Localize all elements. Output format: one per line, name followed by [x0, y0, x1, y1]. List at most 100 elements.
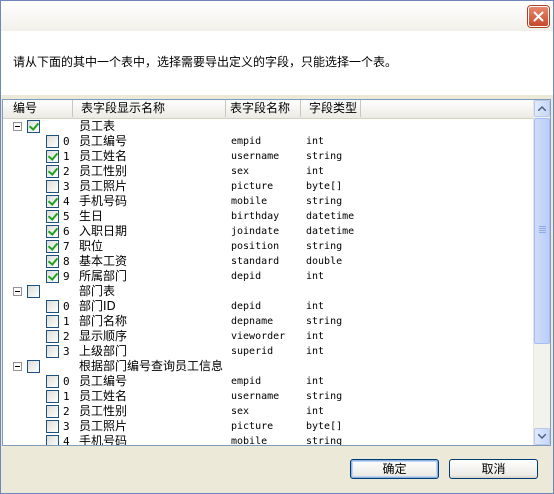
- field-name: sex: [231, 406, 250, 417]
- field-type: string: [306, 316, 343, 327]
- field-row[interactable]: 9 所属部门 depid int: [3, 269, 534, 284]
- field-row[interactable]: 0 部门ID depid int: [3, 299, 534, 314]
- scroll-down-button[interactable]: [534, 428, 550, 445]
- field-row[interactable]: 7 职位 position string: [3, 239, 534, 254]
- collapse-toggle[interactable]: [13, 287, 22, 296]
- field-name: vieworder: [231, 331, 286, 342]
- field-name: picture: [231, 181, 274, 192]
- field-checkbox[interactable]: [46, 330, 59, 343]
- field-row[interactable]: 5 生日 birthday datetime: [3, 209, 534, 224]
- field-checkbox[interactable]: [46, 405, 59, 418]
- field-type: int: [306, 331, 325, 342]
- field-checkbox[interactable]: [46, 390, 59, 403]
- field-checkbox[interactable]: [46, 270, 59, 283]
- scroll-up-button[interactable]: [534, 100, 550, 117]
- field-index: 9: [63, 270, 70, 283]
- scroll-thumb[interactable]: [534, 118, 550, 344]
- column-header-field-name[interactable]: 表字段名称: [226, 100, 301, 117]
- field-checkbox[interactable]: [46, 165, 59, 178]
- field-checkbox[interactable]: [46, 255, 59, 268]
- arrow-down-icon: [538, 434, 546, 439]
- grip-line: [539, 232, 546, 233]
- field-type: int: [306, 376, 325, 387]
- field-row[interactable]: 3 员工照片 picture byte[]: [3, 179, 534, 194]
- field-display-name: 生日: [79, 209, 104, 223]
- field-row[interactable]: 3 上级部门 superid int: [3, 344, 534, 359]
- field-row[interactable]: 1 员工姓名 username string: [3, 389, 534, 404]
- field-row[interactable]: 0 员工编号 empid int: [3, 374, 534, 389]
- column-header-index[interactable]: 编号: [9, 100, 73, 117]
- group-checkbox[interactable]: [27, 360, 40, 373]
- field-checkbox[interactable]: [46, 150, 59, 163]
- group-checkbox[interactable]: [27, 120, 40, 133]
- field-index: 2: [63, 165, 70, 178]
- field-name: superid: [231, 346, 274, 357]
- group-row[interactable]: 员工表: [3, 119, 534, 134]
- field-row[interactable]: 6 入职日期 joindate datetime: [3, 224, 534, 239]
- field-display-name: 员工编号: [79, 374, 128, 388]
- field-type: byte[]: [306, 421, 343, 432]
- field-row[interactable]: 2 员工性别 sex int: [3, 164, 534, 179]
- field-display-name: 员工姓名: [79, 149, 128, 163]
- field-name: mobile: [231, 196, 268, 207]
- field-checkbox[interactable]: [46, 225, 59, 238]
- grip-line: [539, 230, 546, 231]
- field-name: sex: [231, 166, 250, 177]
- field-checkbox[interactable]: [46, 240, 59, 253]
- field-type: datetime: [306, 211, 355, 222]
- collapse-toggle[interactable]: [13, 362, 22, 371]
- field-display-name: 基本工资: [79, 254, 128, 268]
- field-index: 2: [63, 330, 70, 343]
- field-checkbox[interactable]: [46, 300, 59, 313]
- field-display-name: 员工姓名: [79, 389, 128, 403]
- field-tree-grid[interactable]: 编号 表字段显示名称 表字段名称 字段类型 员工表 0 员工编号 empid int 1 员…: [2, 99, 551, 446]
- field-display-name: 员工性别: [79, 164, 128, 178]
- ok-button[interactable]: 确定: [350, 459, 439, 479]
- field-checkbox[interactable]: [46, 315, 59, 328]
- column-header-display-name[interactable]: 表字段显示名称: [73, 100, 226, 117]
- close-button[interactable]: [528, 6, 549, 27]
- instruction-panel: 请从下面的其中一个表中，选择需要导出定义的字段，只能选择一个表。: [1, 31, 553, 95]
- field-checkbox[interactable]: [46, 210, 59, 223]
- vertical-scrollbar[interactable]: [533, 100, 550, 445]
- field-row[interactable]: 4 手机号码 mobile string: [3, 194, 534, 209]
- collapse-toggle[interactable]: [13, 122, 22, 131]
- field-checkbox[interactable]: [46, 435, 59, 445]
- field-name: empid: [231, 136, 262, 147]
- field-row[interactable]: 4 手机号码 mobile string: [3, 434, 534, 446]
- field-display-name: 员工照片: [79, 179, 128, 193]
- field-checkbox[interactable]: [46, 420, 59, 433]
- field-checkbox[interactable]: [46, 180, 59, 193]
- field-name: picture: [231, 421, 274, 432]
- field-display-name: 手机号码: [79, 434, 128, 446]
- field-index: 3: [63, 180, 70, 193]
- field-row[interactable]: 1 部门名称 depname string: [3, 314, 534, 329]
- field-display-name: 员工编号: [79, 134, 128, 148]
- field-checkbox[interactable]: [46, 375, 59, 388]
- field-index: 0: [63, 375, 70, 388]
- field-type: string: [306, 391, 343, 402]
- field-row[interactable]: 2 员工性别 sex int: [3, 404, 534, 419]
- field-index: 1: [63, 315, 70, 328]
- column-header-field-type[interactable]: 字段类型: [301, 100, 361, 117]
- field-name: depid: [231, 301, 262, 312]
- field-checkbox[interactable]: [46, 135, 59, 148]
- group-checkbox[interactable]: [27, 285, 40, 298]
- field-row[interactable]: 1 员工姓名 username string: [3, 149, 534, 164]
- field-checkbox[interactable]: [46, 345, 59, 358]
- instruction-text: 请从下面的其中一个表中，选择需要导出定义的字段，只能选择一个表。: [13, 55, 398, 69]
- field-row[interactable]: 3 员工照片 picture byte[]: [3, 419, 534, 434]
- field-name: empid: [231, 376, 262, 387]
- field-index: 4: [63, 195, 70, 208]
- field-row[interactable]: 2 显示顺序 vieworder int: [3, 329, 534, 344]
- group-label: 员工表: [79, 119, 116, 133]
- cancel-button[interactable]: 取消: [449, 459, 538, 479]
- field-index: 3: [63, 420, 70, 433]
- field-row[interactable]: 8 基本工资 standard double: [3, 254, 534, 269]
- group-row[interactable]: 根据部门编号查询员工信息: [3, 359, 534, 374]
- field-row[interactable]: 0 员工编号 empid int: [3, 134, 534, 149]
- field-index: 5: [63, 210, 70, 223]
- group-row[interactable]: 部门表: [3, 284, 534, 299]
- field-checkbox[interactable]: [46, 195, 59, 208]
- field-name: position: [231, 241, 280, 252]
